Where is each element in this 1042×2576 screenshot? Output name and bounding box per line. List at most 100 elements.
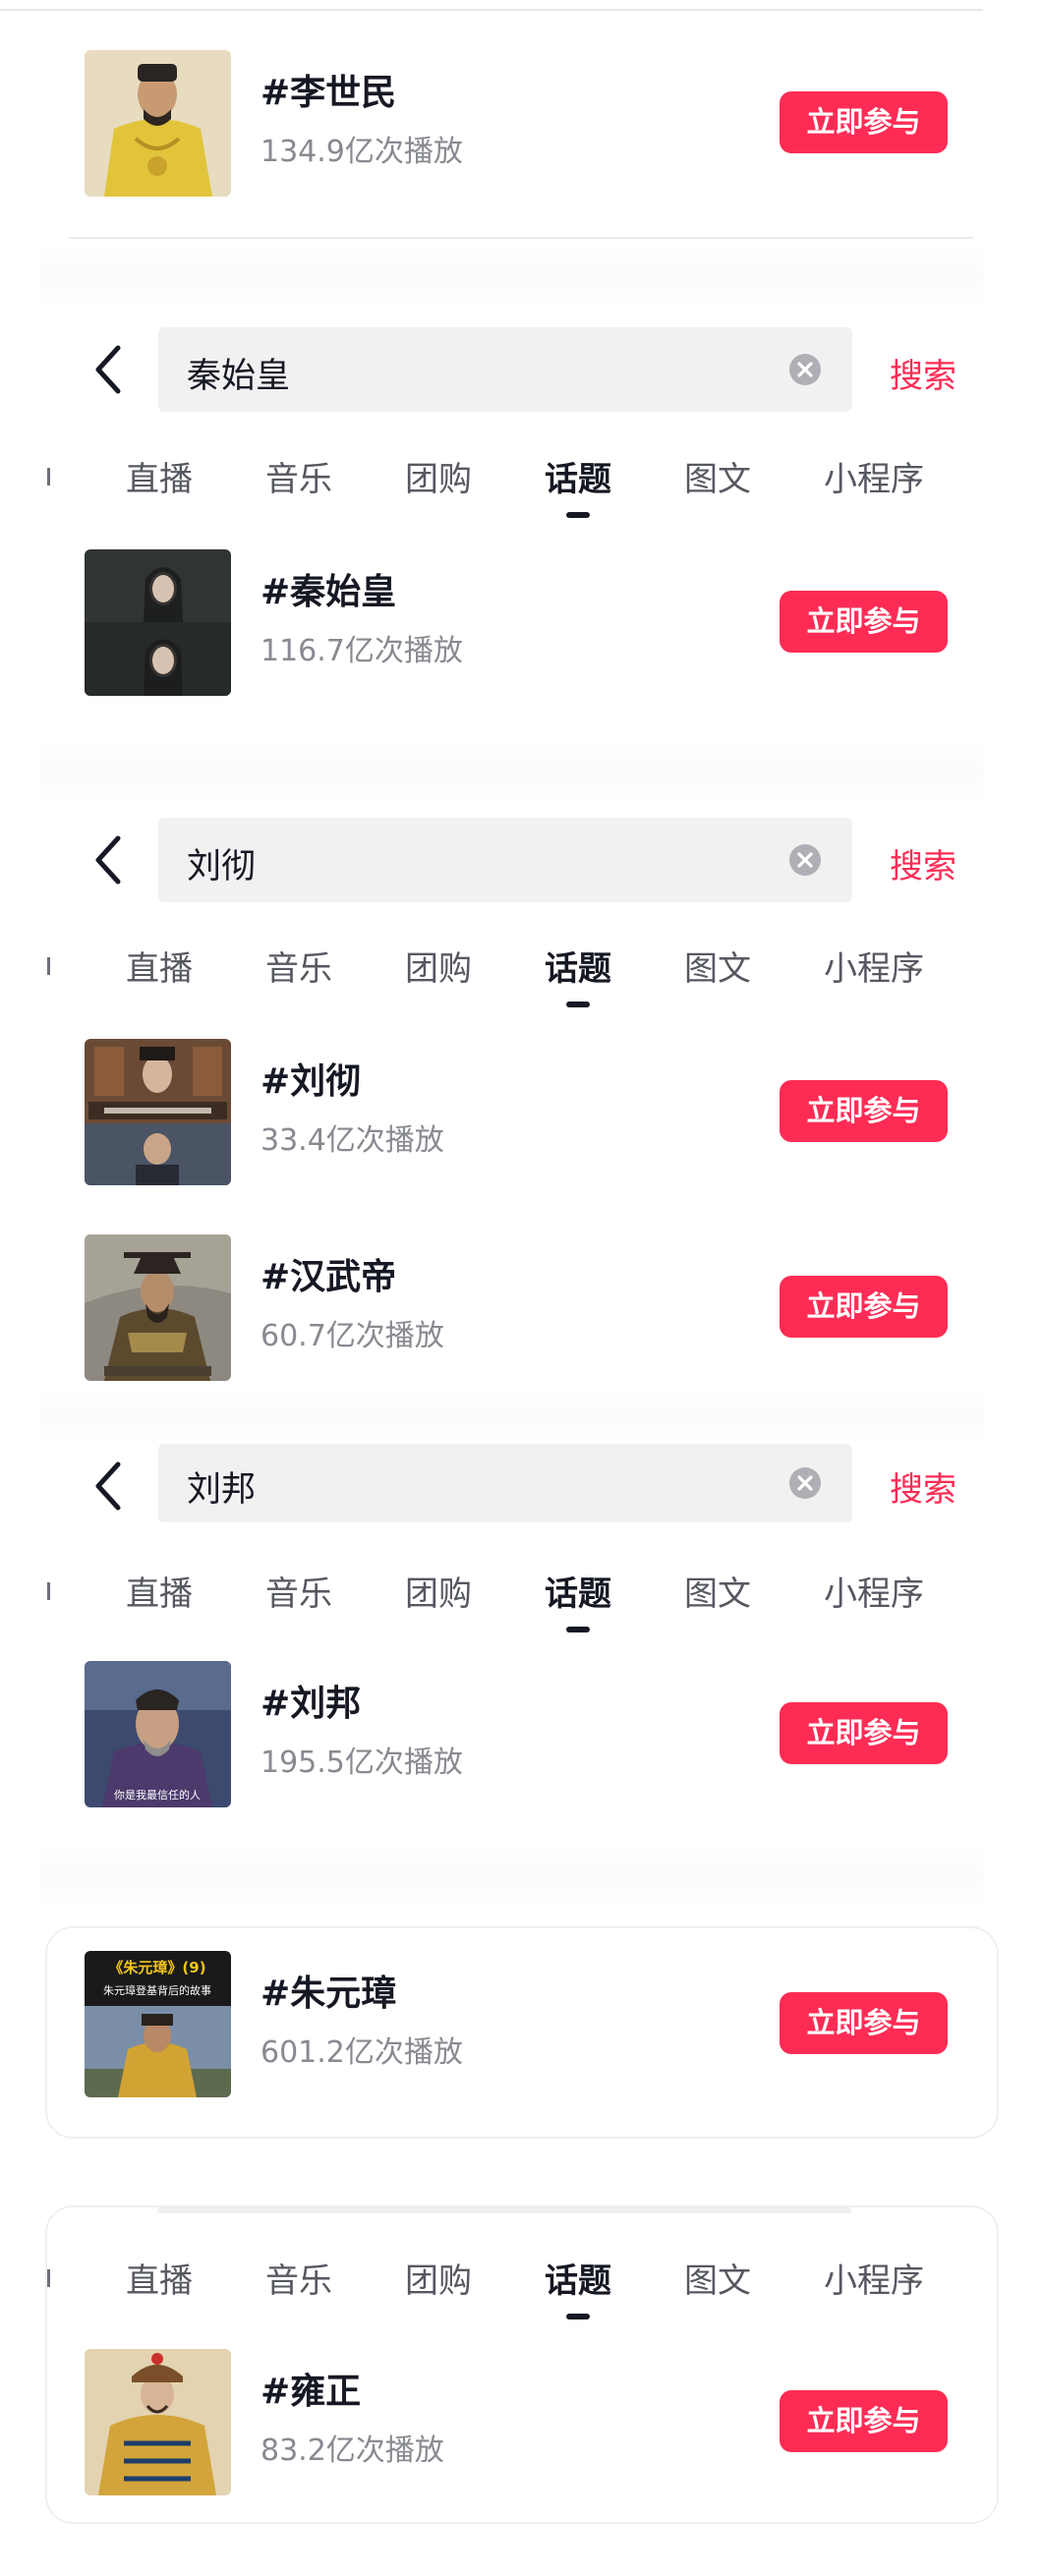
search-bar: 刘彻 搜索 (0, 818, 1042, 902)
tab-overflow-marker (47, 468, 50, 486)
tab-image-text[interactable]: 图文 (684, 2254, 751, 2302)
emperor-portrait-icon (85, 50, 231, 197)
divider (39, 1848, 983, 1907)
clear-icon[interactable] (788, 353, 822, 386)
topic-item-liubang[interactable]: 你是我最信任的人 #刘邦 195.5亿次播放 立即参与 (0, 1661, 1042, 1818)
tab-topic[interactable]: 话题 (545, 942, 611, 990)
search-query: 刘邦 (187, 1470, 257, 1510)
back-icon[interactable] (85, 832, 134, 887)
tab-group-buy[interactable]: 团购 (405, 452, 472, 500)
divider (39, 248, 983, 307)
topic-play-count: 116.7亿次播放 (260, 634, 463, 668)
tab-mini-program[interactable]: 小程序 (824, 942, 924, 990)
join-button[interactable]: 立即参与 (780, 591, 948, 653)
tab-bar: 直播 音乐 团购 话题 图文 小程序 (0, 2254, 1042, 2328)
clear-icon[interactable] (788, 843, 822, 877)
back-icon[interactable] (85, 1459, 134, 1514)
search-button[interactable]: 搜索 (890, 1462, 956, 1511)
topic-play-count: 195.5亿次播放 (260, 1746, 463, 1780)
thumb-subcaption: 朱元璋登基背后的故事 (103, 1983, 211, 1997)
topic-item-lishimin[interactable]: #李世民 134.9亿次播放 立即参与 (0, 50, 1042, 207)
tab-group-buy[interactable]: 团购 (405, 942, 472, 990)
active-tab-indicator (566, 512, 590, 518)
topic-thumbnail (85, 2349, 231, 2495)
search-input[interactable]: 刘邦 (158, 1444, 852, 1522)
tab-mini-program[interactable]: 小程序 (824, 1567, 924, 1615)
topic-title: #秦始皇 (260, 572, 397, 612)
join-button[interactable]: 立即参与 (780, 1080, 948, 1142)
search-query: 秦始皇 (187, 357, 291, 396)
topic-title: #刘邦 (260, 1684, 362, 1724)
search-field-remnant (157, 2207, 851, 2213)
join-button[interactable]: 立即参与 (780, 1276, 948, 1338)
thumb-caption: 《朱元璋》(9) (108, 1959, 205, 1976)
search-button[interactable]: 搜索 (890, 839, 956, 887)
topic-item-qinshihuang[interactable]: #秦始皇 116.7亿次播放 立即参与 (0, 549, 1042, 707)
topic-item-liuche[interactable]: #刘彻 33.4亿次播放 立即参与 (0, 1039, 1042, 1196)
active-tab-indicator (566, 2314, 590, 2319)
topic-title: #朱元璋 (260, 1974, 397, 2014)
tab-group-buy[interactable]: 团购 (405, 1567, 472, 1615)
topic-play-count: 601.2亿次播放 (260, 2035, 463, 2070)
topic-thumbnail: 你是我最信任的人 (85, 1661, 231, 1807)
divider (69, 237, 973, 239)
tab-live[interactable]: 直播 (126, 452, 193, 500)
tab-music[interactable]: 音乐 (265, 1567, 332, 1615)
topic-play-count: 60.7亿次播放 (260, 1319, 444, 1353)
tab-bar: 直播 音乐 团购 话题 图文 小程序 (0, 452, 1042, 527)
topic-play-count: 33.4亿次播放 (260, 1123, 444, 1158)
tab-music[interactable]: 音乐 (265, 2254, 332, 2302)
search-input[interactable]: 刘彻 (158, 818, 852, 902)
search-bar: 刘邦 搜索 (0, 1444, 1042, 1528)
divider (39, 1386, 983, 1445)
tab-topic[interactable]: 话题 (545, 2254, 611, 2302)
topic-title: #雍正 (260, 2372, 362, 2412)
search-bar: 秦始皇 搜索 (0, 327, 1042, 412)
topic-item-hanwudi[interactable]: #汉武帝 60.7亿次播放 立即参与 (0, 1234, 1042, 1392)
tab-live[interactable]: 直播 (126, 942, 193, 990)
search-button[interactable]: 搜索 (890, 349, 956, 397)
tab-overflow-marker (47, 957, 50, 975)
join-button[interactable]: 立即参与 (780, 91, 948, 153)
join-button[interactable]: 立即参与 (780, 1992, 948, 2054)
back-icon[interactable] (85, 342, 134, 397)
topic-title: #汉武帝 (260, 1257, 397, 1297)
topic-thumbnail (85, 549, 231, 696)
tab-group-buy[interactable]: 团购 (405, 2254, 472, 2302)
search-input[interactable]: 秦始皇 (158, 327, 852, 412)
topic-thumbnail (85, 1039, 231, 1185)
search-query: 刘彻 (187, 847, 257, 887)
join-button[interactable]: 立即参与 (780, 2390, 948, 2452)
tab-music[interactable]: 音乐 (265, 452, 332, 500)
tab-mini-program[interactable]: 小程序 (824, 452, 924, 500)
tab-overflow-marker (47, 1582, 50, 1600)
topic-item-zhuyuanzhang[interactable]: 《朱元璋》(9) 朱元璋登基背后的故事 #朱元璋 601.2亿次播放 立即参与 (0, 1951, 1042, 2108)
tab-image-text[interactable]: 图文 (684, 942, 751, 990)
topic-thumbnail (85, 1234, 231, 1381)
tab-topic[interactable]: 话题 (545, 452, 611, 500)
active-tab-indicator (566, 1002, 590, 1007)
join-button[interactable]: 立即参与 (780, 1702, 948, 1764)
tab-music[interactable]: 音乐 (265, 942, 332, 990)
tab-image-text[interactable]: 图文 (684, 452, 751, 500)
top-divider (0, 9, 983, 11)
topic-title: #李世民 (260, 73, 397, 113)
tab-mini-program[interactable]: 小程序 (824, 2254, 924, 2302)
clear-icon[interactable] (788, 1466, 822, 1500)
tab-live[interactable]: 直播 (126, 2254, 193, 2302)
topic-thumbnail (85, 50, 231, 197)
thumb-caption: 你是我最信任的人 (114, 1788, 201, 1802)
tab-bar: 直播 音乐 团购 话题 图文 小程序 (0, 942, 1042, 1016)
tab-topic[interactable]: 话题 (545, 1567, 611, 1615)
topic-title: #刘彻 (260, 1061, 362, 1102)
tab-image-text[interactable]: 图文 (684, 1567, 751, 1615)
topic-item-yongzheng[interactable]: #雍正 83.2亿次播放 立即参与 (0, 2349, 1042, 2506)
tab-bar: 直播 音乐 团购 话题 图文 小程序 (0, 1567, 1042, 1641)
tab-live[interactable]: 直播 (126, 1567, 193, 1615)
tab-overflow-marker (47, 2269, 50, 2287)
divider (39, 743, 983, 802)
topic-play-count: 83.2亿次播放 (260, 2433, 444, 2468)
topic-play-count: 134.9亿次播放 (260, 135, 463, 169)
active-tab-indicator (566, 1627, 590, 1632)
topic-thumbnail: 《朱元璋》(9) 朱元璋登基背后的故事 (85, 1951, 231, 2097)
